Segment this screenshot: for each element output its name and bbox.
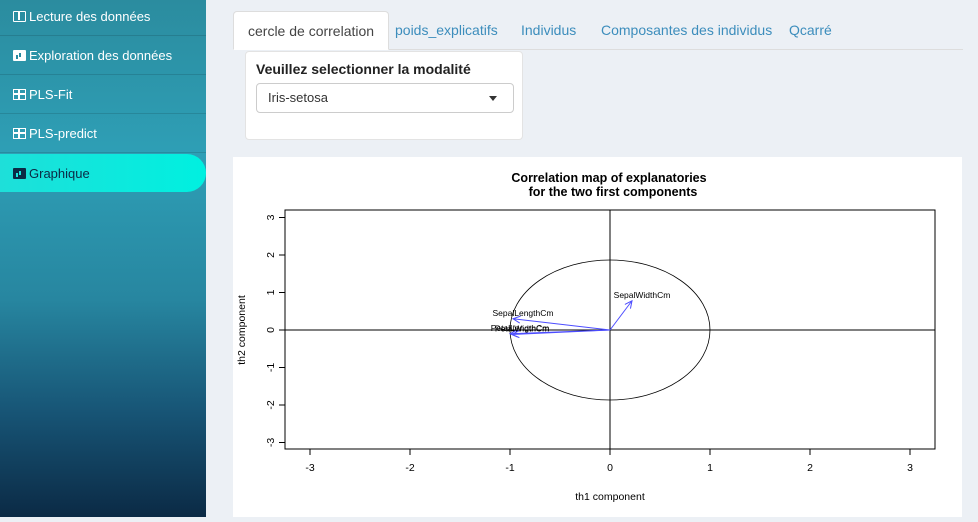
tab-poids-explicatifs[interactable]: poids_explicatifs: [395, 11, 498, 49]
chart-title: Correlation map of explanatories: [511, 171, 706, 185]
modality-panel: Veuillez selectionner la modalité Iris-s…: [245, 51, 523, 140]
sidebar-item-lecture[interactable]: Lecture des données: [0, 0, 206, 36]
x-axis-label: th1 component: [575, 491, 645, 503]
x-tick-label: 1: [707, 462, 713, 474]
sidebar: Lecture des données Exploration des donn…: [0, 0, 206, 517]
bar-chart-icon: [13, 50, 26, 61]
y-tick-label: -2: [265, 400, 277, 409]
modality-select-value: Iris-setosa: [268, 90, 328, 105]
sidebar-item-label: Lecture des données: [29, 9, 151, 24]
x-tick-label: 3: [907, 462, 913, 474]
tab-composantes-des-individus[interactable]: Composantes des individus: [601, 11, 772, 49]
y-tick-label: 0: [265, 327, 277, 333]
table-icon: [13, 128, 26, 139]
caret-down-icon: [489, 96, 497, 101]
modality-label: Veuillez selectionner la modalité: [256, 61, 471, 77]
y-tick-label: 3: [265, 214, 277, 220]
x-tick-label: -1: [505, 462, 514, 474]
x-tick-label: 0: [607, 462, 613, 474]
book-icon: [13, 11, 26, 22]
vector-arrow: [609, 300, 633, 331]
y-tick-label: -1: [265, 363, 277, 372]
tab-individus[interactable]: Individus: [521, 11, 576, 49]
sidebar-item-label: PLS-predict: [29, 126, 97, 141]
table-icon: [13, 89, 26, 100]
correlation-plot: Correlation map of explanatories for the…: [233, 157, 962, 517]
tab-qcarre[interactable]: Qcarré: [789, 11, 832, 49]
chart-subtitle: for the two first components: [529, 185, 698, 199]
tab-cercle-de-correlation[interactable]: cercle de correlation: [233, 11, 390, 50]
y-tick-label: -3: [265, 438, 277, 447]
sidebar-item-label: PLS-Fit: [29, 87, 73, 102]
sidebar-item-exploration[interactable]: Exploration des données: [0, 37, 206, 75]
correlation-circle-chart: Correlation map of explanatories for the…: [236, 171, 936, 503]
vector-label: SepalWidthCm: [614, 290, 671, 300]
bar-chart-icon: [13, 167, 26, 179]
y-tick-label: 1: [265, 289, 277, 295]
sidebar-item-graphique[interactable]: Graphique: [0, 154, 206, 192]
vector-label: SepalLengthCm: [493, 308, 554, 318]
x-tick-label: -2: [405, 462, 414, 474]
sidebar-item-pls-fit[interactable]: PLS-Fit: [0, 76, 206, 114]
modality-select[interactable]: Iris-setosa: [256, 83, 514, 113]
y-tick-label: 2: [265, 252, 277, 258]
vector-label: PetalWidthCm: [495, 324, 549, 334]
x-tick-label: -3: [305, 462, 314, 474]
y-axis-label: th2 component: [236, 295, 248, 365]
x-tick-label: 2: [807, 462, 813, 474]
sidebar-item-label: Graphique: [29, 165, 90, 181]
sidebar-item-label: Exploration des données: [29, 48, 173, 63]
tab-bar: cercle de correlation poids_explicatifs …: [233, 11, 963, 50]
sidebar-item-pls-predict[interactable]: PLS-predict: [0, 115, 206, 153]
